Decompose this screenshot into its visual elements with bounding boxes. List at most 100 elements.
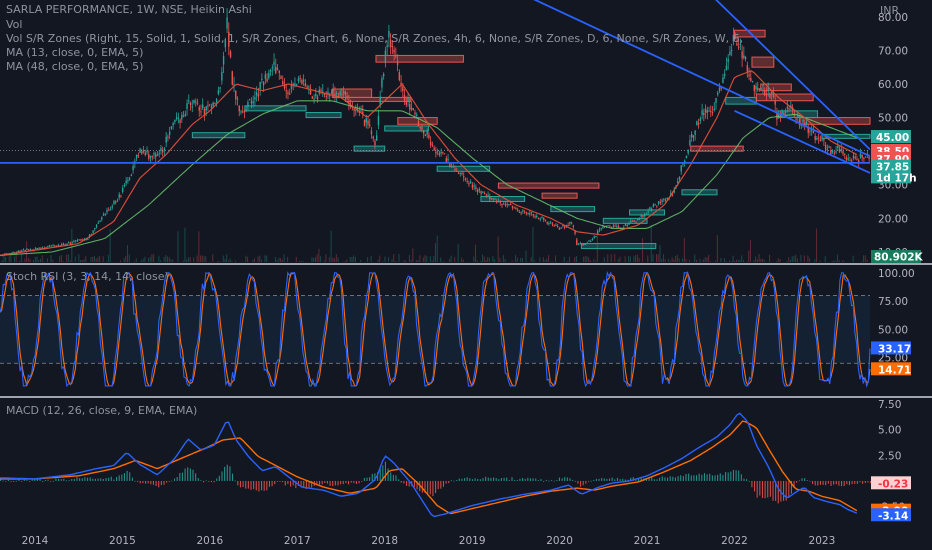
candle-body [407, 97, 409, 102]
macd-histogram-bar [693, 475, 695, 481]
candle-body [492, 198, 494, 200]
candle-body [826, 149, 829, 151]
macd-histogram-bar [511, 477, 513, 481]
volume-bar [522, 257, 523, 262]
candle-body [809, 130, 811, 132]
volume-bar [749, 240, 751, 262]
volume-bar [786, 261, 788, 262]
macd-histogram-bar [361, 480, 363, 482]
macd-histogram-bar [574, 480, 576, 482]
candle-body [235, 90, 237, 100]
candle-body [250, 101, 253, 104]
macd-histogram-bar [276, 480, 278, 482]
candle-body [569, 221, 571, 224]
candle-body [814, 136, 816, 141]
volume-bar [388, 257, 390, 262]
volume-bar [193, 257, 195, 262]
volume-bar [41, 255, 43, 262]
macd-histogram-bar [701, 474, 703, 481]
candle-body [659, 201, 662, 203]
macd-histogram-bar [355, 480, 358, 484]
macd-histogram-bar [350, 480, 352, 483]
candle-body [558, 228, 561, 230]
volume-bar [657, 254, 659, 262]
macd-histogram-bar [332, 480, 334, 487]
macd-histogram-bar [181, 472, 184, 481]
candle-body [431, 144, 434, 146]
macd-histogram-bar [13, 480, 15, 482]
volume-bar [412, 248, 414, 262]
candle-body [38, 247, 40, 249]
candle-body [626, 224, 628, 226]
candle-body [165, 136, 167, 143]
candle-body [544, 219, 547, 221]
volume-bar [212, 254, 214, 262]
volume-bar [370, 255, 372, 262]
volume-bar [619, 256, 621, 262]
macd-histogram-bar [321, 480, 323, 485]
volume-bar [393, 254, 395, 262]
macd-histogram-bar [224, 466, 226, 481]
volume-bar [280, 258, 282, 262]
candle-body [155, 154, 157, 158]
candle-body [842, 151, 844, 154]
volume-bar [595, 261, 597, 262]
candle-body [513, 207, 515, 209]
macd-histogram-bar [395, 475, 397, 481]
candle-body [772, 93, 775, 97]
volume-bar [436, 235, 438, 262]
volume-bars [1, 225, 868, 262]
macd-histogram-bar [672, 476, 674, 481]
volume-bar [683, 238, 685, 262]
candle-body [377, 115, 380, 126]
macd-histogram-bar [870, 480, 872, 484]
volume-bar [301, 261, 303, 262]
candle-body [490, 197, 493, 199]
candle-body [236, 98, 239, 100]
candle-body [181, 114, 183, 120]
time-axis-tick: 2016 [196, 535, 223, 547]
volume-bar [516, 257, 518, 262]
candle-body [852, 155, 855, 158]
candle-body [386, 45, 388, 48]
volume-bar [354, 256, 356, 262]
candle-body [151, 156, 153, 158]
candle-body [301, 80, 303, 84]
volume-bar [227, 260, 229, 262]
macd-histogram-bar [777, 480, 779, 504]
volume-bar [83, 259, 85, 262]
macd-histogram-bar [237, 480, 239, 486]
volume-bar [673, 259, 675, 262]
candle-body [101, 217, 103, 220]
volume-bar [318, 248, 320, 262]
volume-bar [431, 260, 433, 262]
candle-body [529, 213, 531, 215]
macd-histogram-bar [126, 470, 128, 481]
candle-body [819, 139, 822, 142]
candle-body [671, 194, 674, 196]
volume-bar [245, 255, 247, 262]
candle-body [539, 218, 541, 220]
volume-bar [332, 257, 334, 262]
volume-bar [234, 260, 236, 262]
macd-histogram-bar [203, 480, 205, 483]
macd-histogram-bar [174, 478, 176, 481]
candle-body [633, 220, 635, 222]
volume-bar [668, 258, 670, 262]
volume-bar [723, 258, 725, 262]
candle-body [200, 111, 202, 113]
volume-bar [69, 260, 71, 262]
volume-bar [762, 258, 764, 262]
stoch-axis-tick: 50.00 [878, 324, 908, 336]
volume-bar [80, 260, 82, 262]
macd-histogram-bar [363, 478, 365, 481]
macd-histogram-bar [822, 480, 824, 485]
macd-histogram-bar [524, 478, 526, 481]
macd-histogram-bar [152, 480, 155, 485]
macd-histogram-bar [835, 480, 837, 485]
candle-body [683, 160, 686, 163]
macd-histogram-bar [437, 480, 439, 490]
volume-bar [153, 254, 155, 262]
macd-histogram-bar [445, 480, 447, 484]
candle-body [536, 215, 538, 217]
